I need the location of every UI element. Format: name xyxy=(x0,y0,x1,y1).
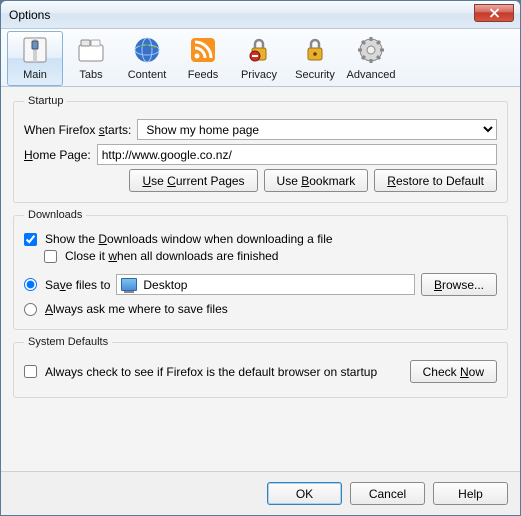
help-button[interactable]: Help xyxy=(433,482,508,505)
close-when-done-label: Close it when all downloads are finished xyxy=(65,249,278,263)
advanced-icon xyxy=(355,34,387,66)
use-bookmark-button[interactable]: Use Bookmark xyxy=(264,169,369,192)
system-defaults-legend: System Defaults xyxy=(24,336,112,348)
tab-security[interactable]: Security xyxy=(287,31,343,86)
check-now-button[interactable]: Check Now xyxy=(410,360,497,383)
tab-security-label: Security xyxy=(295,69,335,81)
default-browser-checkbox[interactable] xyxy=(24,365,37,378)
save-location-text: Desktop xyxy=(143,278,187,292)
show-downloads-checkbox[interactable] xyxy=(24,233,37,246)
privacy-icon xyxy=(243,34,275,66)
category-toolbar: Main Tabs Content Feeds Privacy xyxy=(1,29,520,87)
tab-main[interactable]: Main xyxy=(7,31,63,86)
security-icon xyxy=(299,34,331,66)
tab-advanced-label: Advanced xyxy=(347,69,396,81)
main-panel: Startup When Firefox starts: Show my hom… xyxy=(1,87,520,471)
titlebar[interactable]: Options xyxy=(1,1,520,29)
save-files-to-label: Save files to xyxy=(45,278,110,292)
default-browser-label: Always check to see if Firefox is the de… xyxy=(45,365,404,379)
dialog-footer: OK Cancel Help xyxy=(1,471,520,515)
when-starts-label: When Firefox starts: xyxy=(24,123,131,137)
tab-tabs-label: Tabs xyxy=(79,69,102,81)
ok-button[interactable]: OK xyxy=(267,482,342,505)
always-ask-radio[interactable] xyxy=(24,303,37,316)
close-icon xyxy=(489,8,500,18)
when-starts-select[interactable]: Show my home page xyxy=(137,119,497,140)
tab-content[interactable]: Content xyxy=(119,31,175,86)
tab-advanced[interactable]: Advanced xyxy=(343,31,399,86)
tab-content-label: Content xyxy=(128,69,167,81)
restore-default-button[interactable]: Restore to Default xyxy=(374,169,497,192)
always-ask-label: Always ask me where to save files xyxy=(45,302,228,316)
save-files-to-radio[interactable] xyxy=(24,278,37,291)
feeds-icon xyxy=(187,34,219,66)
window-title: Options xyxy=(9,8,50,22)
browse-button[interactable]: Browse... xyxy=(421,273,497,296)
show-downloads-label: Show the Downloads window when downloadi… xyxy=(45,232,333,246)
tab-feeds[interactable]: Feeds xyxy=(175,31,231,86)
options-window: Options Main Tabs Content xyxy=(0,0,521,516)
tab-privacy[interactable]: Privacy xyxy=(231,31,287,86)
close-button[interactable] xyxy=(474,4,514,22)
content-icon xyxy=(131,34,163,66)
save-location-field[interactable]: Desktop xyxy=(116,274,415,295)
startup-group: Startup When Firefox starts: Show my hom… xyxy=(13,95,508,203)
home-page-input[interactable] xyxy=(97,144,497,165)
system-defaults-group: System Defaults Always check to see if F… xyxy=(13,336,508,398)
use-current-pages-button[interactable]: Use Current Pages xyxy=(129,169,257,192)
cancel-button[interactable]: Cancel xyxy=(350,482,425,505)
desktop-icon xyxy=(121,278,137,291)
tab-main-label: Main xyxy=(23,69,47,81)
downloads-legend: Downloads xyxy=(24,209,86,221)
home-page-label: Home Page: xyxy=(24,148,91,162)
tab-feeds-label: Feeds xyxy=(188,69,219,81)
close-when-done-checkbox[interactable] xyxy=(44,250,57,263)
main-icon xyxy=(19,34,51,66)
tab-privacy-label: Privacy xyxy=(241,69,277,81)
tabs-icon xyxy=(75,34,107,66)
downloads-group: Downloads Show the Downloads window when… xyxy=(13,209,508,330)
tab-tabs[interactable]: Tabs xyxy=(63,31,119,86)
startup-legend: Startup xyxy=(24,95,67,107)
